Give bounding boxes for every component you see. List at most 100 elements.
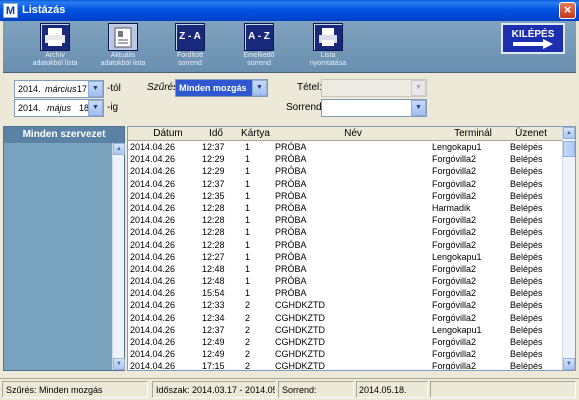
cell-date: 2014.04.26 (130, 349, 176, 360)
table-row[interactable]: 2014.04.26 12:48 1 PRÓBA Forgóvilla2 Belépés (128, 275, 564, 287)
chevron-down-icon[interactable]: ▼ (411, 80, 426, 96)
order-select[interactable]: ▼ (321, 99, 427, 117)
filter-value: Minden mozgás (179, 83, 247, 93)
table-row[interactable]: 2014.04.26 12:28 1 PRÓBA Forgóvilla2 Belépés (128, 226, 564, 238)
cell-name: PRÓBA (275, 227, 307, 238)
cell-terminal: Forgóvilla2 (432, 337, 477, 347)
chevron-down-icon[interactable]: ▼ (252, 80, 267, 96)
cell-card: 1 (245, 239, 251, 250)
from-date-picker[interactable]: 2014. március 17 ▼ (14, 80, 104, 98)
cell-card: 1 (245, 288, 251, 299)
cell-time: 12:49 (202, 349, 225, 360)
column-header-terminal[interactable]: Terminál (448, 128, 498, 139)
scroll-down-icon[interactable]: ▼ (563, 358, 575, 370)
organization-panel-title[interactable]: Minden szervezet (4, 127, 124, 143)
column-header-date[interactable]: Dátum (148, 128, 188, 139)
window-title: Listázás (22, 4, 66, 16)
printer-icon (40, 23, 70, 51)
column-header-name[interactable]: Név (328, 128, 378, 139)
print-list-button[interactable]: Lista nyomtatása (298, 23, 358, 73)
cell-message: Belépés (510, 227, 543, 238)
table-row[interactable]: 2014.04.26 12:33 2 CGHDKZTD Forgóvilla2 Belép… (128, 299, 564, 311)
cell-card: 1 (245, 276, 251, 287)
table-row[interactable]: 2014.04.26 12:28 1 PRÓBA Forgóvilla2 Belépés (128, 214, 564, 226)
cell-terminal: Lengokapu1 (432, 251, 482, 262)
cell-date: 2014.04.26 (130, 142, 176, 152)
cell-time: 17:15 (202, 361, 225, 371)
table-row[interactable]: 2014.04.26 12:27 1 PRÓBA Lengokapu1 Belépés (128, 251, 564, 263)
cell-terminal: Forgóvilla2 (432, 361, 477, 371)
cell-time: 12:28 (202, 215, 225, 226)
exit-button[interactable]: KILÉPÉS (501, 23, 565, 54)
archive-list-button[interactable]: Archív adatokból lista (25, 23, 85, 73)
from-date-day: 17 (77, 84, 88, 94)
cell-message: Belépés (510, 142, 543, 152)
cell-date: 2014.04.26 (130, 178, 176, 189)
table-row[interactable]: 2014.04.26 12:49 2 CGHDKZTD Forgóvilla2 Belép… (128, 336, 564, 348)
scroll-down-icon[interactable]: ▼ (113, 358, 125, 370)
close-button[interactable]: × (559, 2, 576, 19)
column-header-message[interactable]: Üzenet (506, 128, 556, 139)
cell-time: 12:37 (202, 178, 225, 189)
cell-time: 12:27 (202, 251, 225, 262)
filter-label: Szűrés (147, 82, 179, 93)
table-row[interactable]: 2014.04.26 12:28 1 PRÓBA Forgóvilla2 Belépés (128, 239, 564, 251)
table-row[interactable]: 2014.04.26 12:48 1 PRÓBA Forgóvilla2 Belépés (128, 263, 564, 275)
table-row[interactable]: 2014.04.26 12:49 2 CGHDKZTD Forgóvilla2 Belép… (128, 348, 564, 360)
cell-message: Belépés (510, 324, 543, 335)
cell-card: 1 (245, 166, 251, 177)
table-row[interactable]: 2014.04.26 12:29 1 PRÓBA Forgóvilla2 Belépés (128, 153, 564, 165)
table-row[interactable]: 2014.04.26 12:29 1 PRÓBA Forgóvilla2 Belépés (128, 165, 564, 177)
ascending-order-button[interactable]: A - Z Emelkedő sorrend (229, 23, 289, 73)
cell-card: 1 (245, 251, 251, 262)
cell-card: 2 (245, 324, 251, 335)
cell-card: 1 (245, 227, 251, 238)
item-select[interactable]: ▼ (321, 79, 427, 97)
cell-date: 2014.04.26 (130, 154, 176, 165)
scroll-up-icon[interactable]: ▲ (113, 143, 125, 155)
cell-terminal: Forgóvilla2 (432, 190, 477, 201)
organization-scrollbar[interactable]: ▲ ▼ (112, 143, 125, 370)
table-scrollbar[interactable]: ▲ ▼ (562, 127, 575, 370)
table-row[interactable]: 2014.04.26 12:28 1 PRÓBA Harmadik Belépés (128, 202, 564, 214)
cell-terminal: Forgóvilla2 (432, 227, 477, 238)
table-row[interactable]: 2014.04.26 12:34 2 CGHDKZTD Forgóvilla2 Belép… (128, 312, 564, 324)
chevron-down-icon[interactable]: ▼ (88, 100, 103, 116)
from-suffix: -tól (107, 83, 121, 94)
to-date-picker[interactable]: 2014. május 18. ▼ (14, 99, 104, 117)
current-list-button[interactable]: Aktuális adatokból lista (93, 23, 153, 73)
chevron-down-icon[interactable]: ▼ (88, 81, 103, 97)
cell-name: PRÓBA (275, 190, 307, 201)
table-row[interactable]: 2014.04.26 12:37 2 CGHDKZTD Lengokapu1 Belépé… (128, 324, 564, 336)
print-list-icon (313, 23, 343, 51)
reverse-order-button[interactable]: Z - A Fordított sorrend (160, 23, 220, 73)
filter-select[interactable]: Minden mozgás ▼ (175, 79, 268, 97)
cell-terminal: Forgóvilla2 (432, 154, 477, 165)
table-row[interactable]: 2014.04.26 12:37 1 PRÓBA Forgóvilla2 Belépés (128, 178, 564, 190)
table-header: Dátum Idő Kártya Név Terminál Üzenet (128, 127, 564, 141)
ascending-order-label2: sorrend (247, 60, 271, 67)
table-row[interactable]: 2014.04.26 15:54 1 PRÓBA Forgóvilla2 Belépés (128, 287, 564, 299)
cell-message: Belépés (510, 312, 543, 323)
cell-date: 2014.04.26 (130, 300, 176, 311)
scroll-thumb[interactable] (563, 141, 575, 157)
table-row[interactable]: 2014.04.26 12:35 1 PRÓBA Forgóvilla2 Belépés (128, 190, 564, 202)
toolbar: Archív adatokból lista Aktuális adatokbó… (3, 21, 576, 73)
column-header-time[interactable]: Idő (201, 128, 231, 139)
cell-time: 12:28 (202, 227, 225, 238)
scroll-up-icon[interactable]: ▲ (563, 127, 575, 139)
cell-terminal: Forgóvilla2 (432, 178, 477, 189)
chevron-down-icon[interactable]: ▼ (411, 100, 426, 116)
table-row[interactable]: 2014.04.26 17:15 2 CGHDKZTD Forgóvilla2 Belép… (128, 360, 564, 371)
archive-list-label2: adatokból lista (32, 60, 78, 67)
archive-list-label1: Archív (45, 52, 65, 59)
table-row[interactable]: 2014.04.26 12:37 1 PRÓBA Lengokapu1 Belépés (128, 141, 564, 153)
current-list-label2: adatokból lista (100, 60, 146, 67)
cell-card: 1 (245, 142, 251, 152)
cell-time: 12:34 (202, 312, 225, 323)
cell-terminal: Forgóvilla2 (432, 166, 477, 177)
cell-message: Belépés (510, 251, 543, 262)
column-header-card[interactable]: Kártya (238, 128, 273, 139)
cell-terminal: Harmadik (432, 202, 471, 213)
cell-time: 15:54 (202, 288, 225, 299)
